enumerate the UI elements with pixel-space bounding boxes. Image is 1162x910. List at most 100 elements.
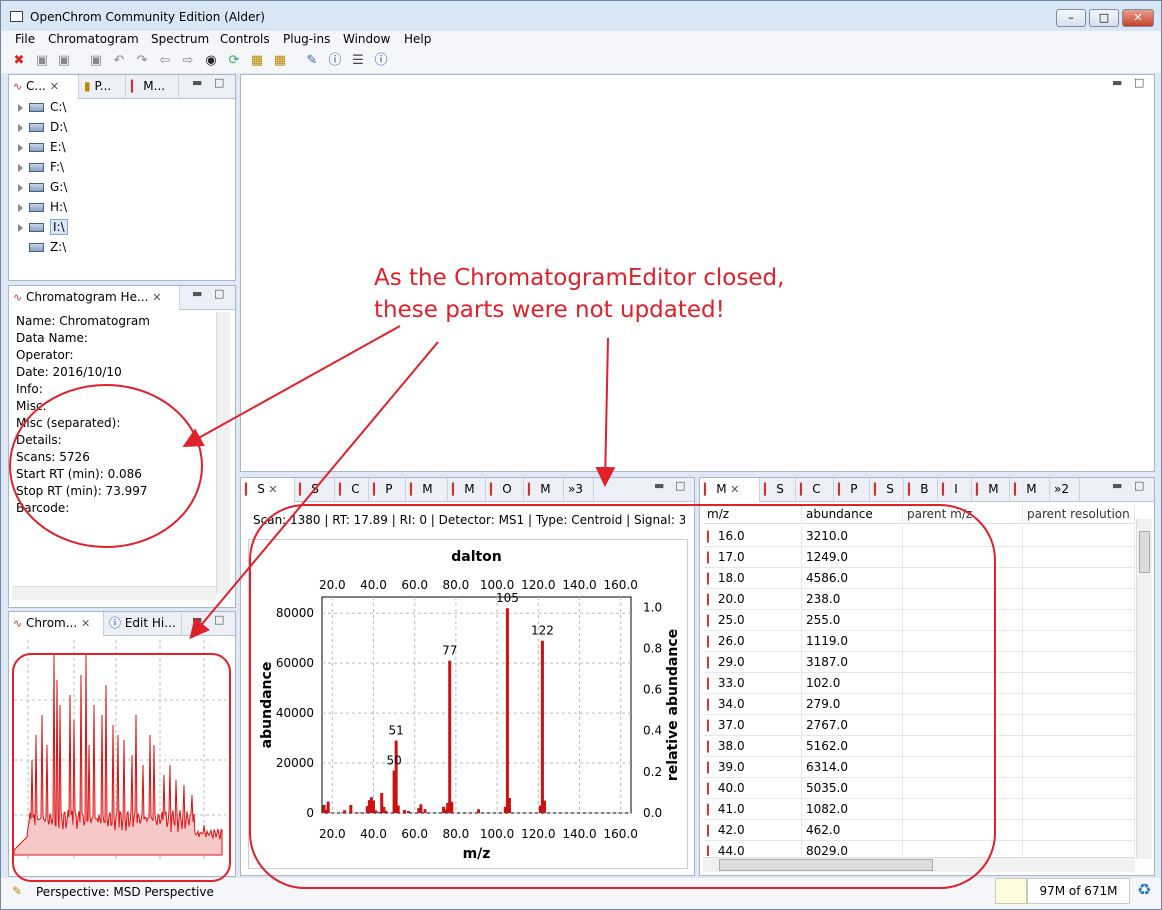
expand-icon[interactable] bbox=[18, 123, 23, 132]
save-all-icon[interactable]: ▣ bbox=[56, 53, 72, 69]
table-horizontal-scrollbar[interactable] bbox=[703, 857, 1135, 872]
scroll-thumb[interactable] bbox=[1139, 531, 1150, 573]
tab-edit-history[interactable]: ⓘ Edit Hi... bbox=[105, 612, 182, 636]
table-row[interactable]: ▎ 20.0 238.0 bbox=[703, 589, 1135, 610]
info-icon[interactable]: ⓘ bbox=[327, 53, 343, 69]
tab-table-6[interactable]: ▎ I bbox=[938, 478, 972, 502]
tree-item-drive[interactable]: H:\ bbox=[18, 197, 67, 217]
tab-navigator-p[interactable]: ▮ P... bbox=[80, 75, 126, 99]
menu-window[interactable]: Window bbox=[343, 32, 390, 46]
close-button[interactable]: ✕ bbox=[1122, 9, 1154, 27]
table-row[interactable]: ▎ 41.0 1082.0 bbox=[703, 799, 1135, 820]
column-header-mz[interactable]: m/z bbox=[703, 505, 802, 524]
table-row[interactable]: ▎ 26.0 1119.0 bbox=[703, 631, 1135, 652]
undo-icon[interactable]: ↶ bbox=[111, 53, 127, 69]
table-row[interactable]: ▎ 29.0 3187.0 bbox=[703, 652, 1135, 673]
column-header-parent-mz[interactable]: parent m/z bbox=[903, 505, 1023, 524]
tab-table-3[interactable]: ▎ P bbox=[834, 478, 870, 502]
tab-table-0[interactable]: ▎ M ✕ bbox=[700, 478, 760, 502]
minimize-button[interactable]: – bbox=[1056, 9, 1086, 27]
import-icon[interactable]: ▦ bbox=[249, 53, 265, 69]
save-as-icon[interactable]: ▣ bbox=[88, 53, 104, 69]
table-row[interactable]: ▎ 42.0 462.0 bbox=[703, 820, 1135, 841]
tab-spectrum-7[interactable]: ▎ M bbox=[524, 478, 564, 502]
tree-item-drive[interactable]: C:\ bbox=[18, 97, 66, 117]
expand-icon[interactable] bbox=[18, 103, 23, 112]
table-row[interactable]: ▎ 25.0 255.0 bbox=[703, 610, 1135, 631]
delete-icon[interactable]: ✖ bbox=[11, 53, 27, 69]
tab-chromatogram-header[interactable]: ∿ Chromatogram He... ✕ bbox=[9, 286, 180, 310]
close-icon[interactable]: ✕ bbox=[81, 617, 90, 630]
table-row[interactable]: ▎ 33.0 102.0 bbox=[703, 673, 1135, 694]
maximize-button[interactable]: □ bbox=[1089, 9, 1119, 27]
table-row[interactable]: ▎ 16.0 3210.0 bbox=[703, 526, 1135, 547]
tree-item-drive[interactable]: I:\ bbox=[18, 217, 68, 237]
tab-navigator-m[interactable]: ▎ M... bbox=[127, 75, 179, 99]
maximize-view-icon[interactable]: □ bbox=[1134, 76, 1144, 89]
column-header-abundance[interactable]: abundance bbox=[802, 505, 903, 524]
tab-chromatogram-overview[interactable]: ∿ Chrom... ✕ bbox=[9, 612, 104, 636]
tree-item-drive[interactable]: G:\ bbox=[18, 177, 67, 197]
close-icon[interactable]: ✕ bbox=[50, 80, 59, 93]
expand-icon[interactable] bbox=[18, 183, 23, 192]
tab-table-1[interactable]: ▎ S bbox=[760, 478, 796, 502]
tree-item-drive[interactable]: Z:\ bbox=[18, 237, 66, 257]
close-icon[interactable]: ✕ bbox=[727, 483, 739, 496]
tree-item-drive[interactable]: D:\ bbox=[18, 117, 67, 137]
column-header-parent-resolution[interactable]: parent resolution bbox=[1023, 505, 1135, 524]
minimize-view-icon[interactable]: ▬ bbox=[654, 479, 664, 492]
minimize-view-icon[interactable]: ▬ bbox=[192, 76, 202, 89]
expand-icon[interactable] bbox=[18, 163, 23, 172]
maximize-view-icon[interactable]: □ bbox=[214, 76, 224, 89]
minimize-view-icon[interactable]: ▬ bbox=[1112, 479, 1122, 492]
heap-status[interactable]: 97M of 671M bbox=[1027, 878, 1130, 904]
help-icon[interactable]: ⓘ bbox=[373, 53, 389, 69]
tree-item-drive[interactable]: F:\ bbox=[18, 157, 64, 177]
table-row[interactable]: ▎ 44.0 8029.0 bbox=[703, 841, 1135, 856]
tab-table-7[interactable]: ▎ M bbox=[972, 478, 1010, 502]
tab-navigator-c[interactable]: ∿ C... ✕ bbox=[9, 75, 79, 99]
table-row[interactable]: ▎ 34.0 279.0 bbox=[703, 694, 1135, 715]
tab-spectrum-5[interactable]: ▎ M bbox=[448, 478, 486, 502]
expand-icon[interactable] bbox=[18, 143, 23, 152]
close-icon[interactable]: ✕ bbox=[265, 483, 277, 496]
tab-table-4[interactable]: ▎ S bbox=[870, 478, 904, 502]
redo-icon[interactable]: ↷ bbox=[134, 53, 150, 69]
tab-table-9[interactable]: »2 bbox=[1050, 478, 1080, 502]
edit-icon[interactable]: ✎ bbox=[304, 53, 320, 69]
scroll-thumb[interactable] bbox=[719, 859, 933, 871]
maximize-view-icon[interactable]: □ bbox=[1134, 479, 1144, 492]
minimize-view-icon[interactable]: ▬ bbox=[192, 287, 202, 300]
tab-spectrum-3[interactable]: ▎ P bbox=[369, 478, 406, 502]
menu-spectrum[interactable]: Spectrum bbox=[151, 32, 209, 46]
tab-spectrum-4[interactable]: ▎ M bbox=[406, 478, 448, 502]
menu-chromatogram[interactable]: Chromatogram bbox=[48, 32, 139, 46]
maximize-view-icon[interactable]: □ bbox=[214, 287, 224, 300]
maximize-view-icon[interactable]: □ bbox=[675, 479, 685, 492]
expand-icon[interactable] bbox=[18, 203, 23, 212]
close-icon[interactable]: ✕ bbox=[152, 291, 161, 304]
table-vertical-scrollbar[interactable] bbox=[1136, 519, 1152, 859]
refresh-icon[interactable]: ⟳ bbox=[226, 53, 242, 69]
list-icon[interactable]: ☰ bbox=[350, 53, 366, 69]
tab-spectrum-1[interactable]: ▎ S bbox=[295, 478, 335, 502]
table-row[interactable]: ▎ 37.0 2767.0 bbox=[703, 715, 1135, 736]
expand-icon[interactable] bbox=[18, 223, 23, 232]
tab-spectrum-0[interactable]: ▎ S ✕ bbox=[241, 478, 295, 502]
tab-table-5[interactable]: ▎ B bbox=[904, 478, 938, 502]
tab-table-8[interactable]: ▎ M bbox=[1010, 478, 1050, 502]
table-row[interactable]: ▎ 17.0 1249.0 bbox=[703, 547, 1135, 568]
tab-spectrum-6[interactable]: ▎ O bbox=[486, 478, 524, 502]
maximize-view-icon[interactable]: □ bbox=[214, 613, 224, 626]
export-icon[interactable]: ▦ bbox=[272, 53, 288, 69]
tree-item-drive[interactable]: E:\ bbox=[18, 137, 66, 157]
menu-help[interactable]: Help bbox=[404, 32, 431, 46]
minimize-view-icon[interactable]: ▬ bbox=[1112, 76, 1122, 89]
camera-icon[interactable]: ◉ bbox=[203, 53, 219, 69]
back-icon[interactable]: ⇦ bbox=[157, 53, 173, 69]
menu-controls[interactable]: Controls bbox=[220, 32, 270, 46]
menu-plugins[interactable]: Plug-ins bbox=[283, 32, 330, 46]
tab-table-2[interactable]: ▎ C bbox=[796, 478, 834, 502]
forward-icon[interactable]: ⇨ bbox=[180, 53, 196, 69]
table-row[interactable]: ▎ 40.0 5035.0 bbox=[703, 778, 1135, 799]
